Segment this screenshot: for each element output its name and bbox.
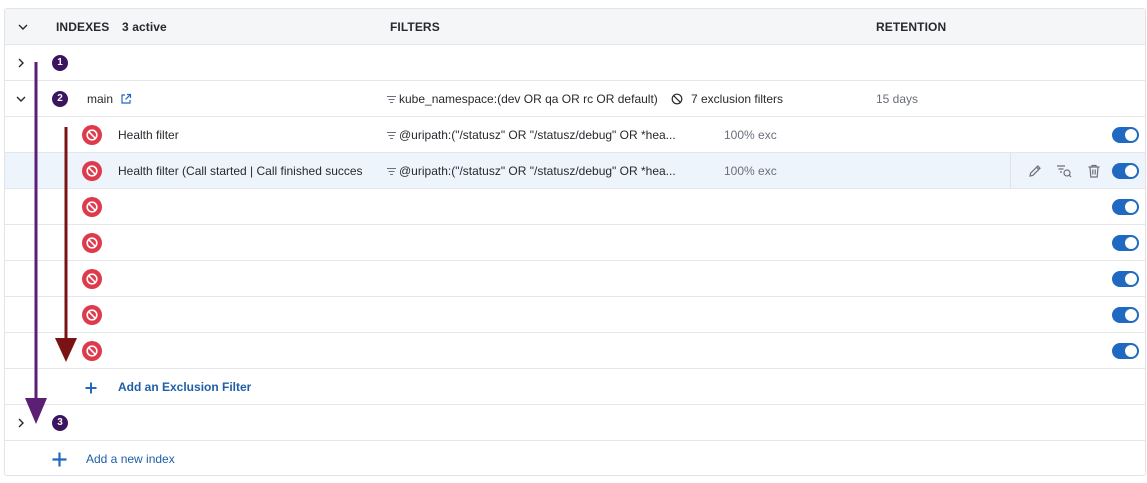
purple-arrow-head xyxy=(25,398,47,424)
annotation-arrows xyxy=(25,62,77,424)
red-arrow-head xyxy=(55,338,77,362)
